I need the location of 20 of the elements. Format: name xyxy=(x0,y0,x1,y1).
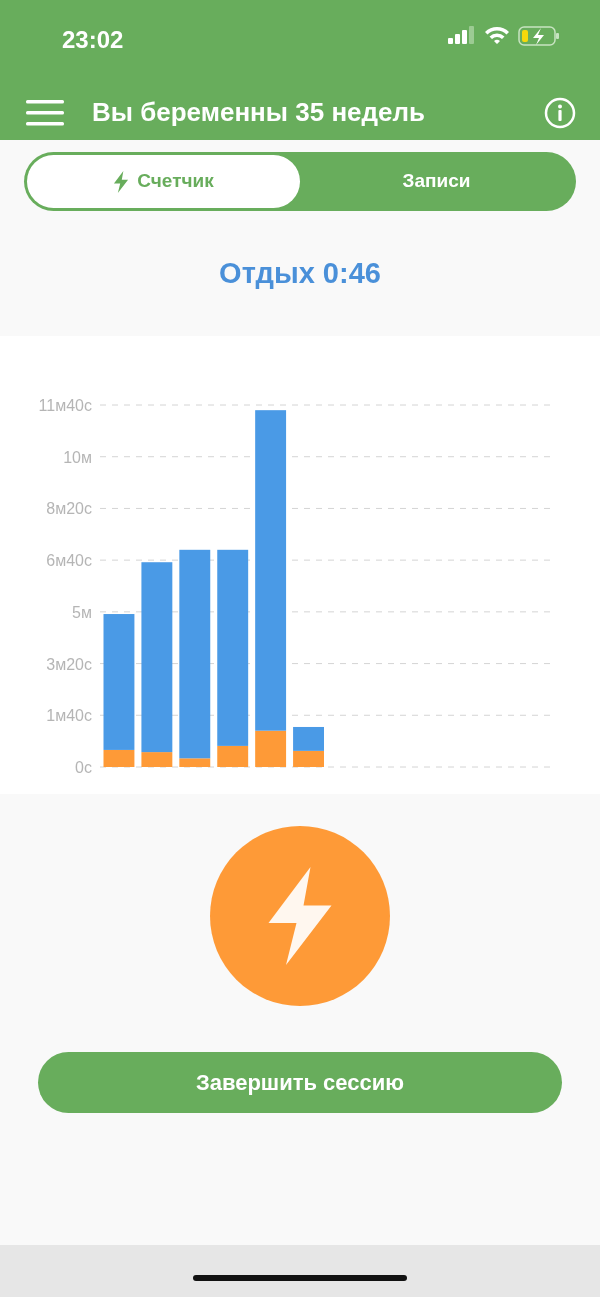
end-session-button[interactable]: Завершить сессию xyxy=(38,1052,562,1113)
axis-label: 11м40с xyxy=(38,397,92,414)
status-time: 23:02 xyxy=(62,25,124,55)
battery-charging-icon xyxy=(518,26,560,46)
axis-label: 8м20с xyxy=(46,500,92,518)
tab[interactable]: Счетчик xyxy=(27,155,300,208)
axis-label: 10м xyxy=(63,448,92,466)
tab[interactable]: Записи xyxy=(300,155,573,208)
axis-label: 6м40с xyxy=(46,552,92,570)
axis-label: 5м xyxy=(72,603,92,621)
menu-icon[interactable] xyxy=(26,99,64,126)
info-icon[interactable] xyxy=(544,96,576,129)
axis-label: 1м40с xyxy=(46,707,92,725)
bolt-icon xyxy=(113,170,130,193)
wifi-icon xyxy=(484,26,510,45)
app-title: Вы беременны 35 недель xyxy=(92,96,427,129)
rest-timer: Отдых 0:46 xyxy=(219,255,381,291)
axis-label: 0с xyxy=(75,759,92,776)
axis-label: 3м20с xyxy=(46,655,92,673)
signal-icon xyxy=(448,26,476,44)
